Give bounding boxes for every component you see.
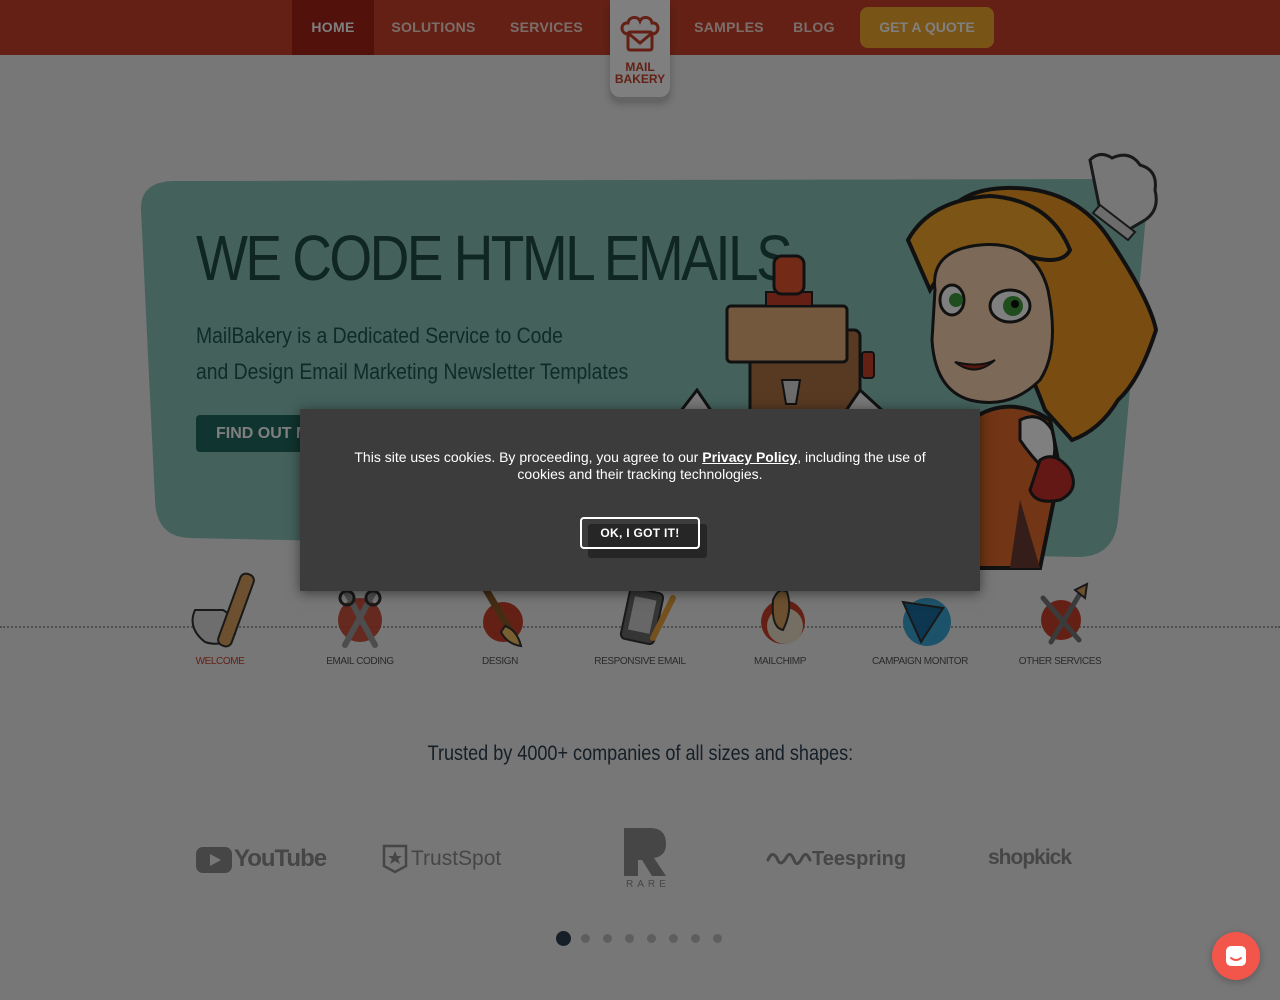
- chat-launcher-button[interactable]: [1212, 932, 1260, 980]
- cookie-consent-dialog: This site uses cookies. By proceeding, y…: [300, 409, 980, 591]
- privacy-policy-link[interactable]: Privacy Policy: [702, 449, 797, 465]
- chat-icon: [1226, 946, 1246, 966]
- cookie-message: This site uses cookies. By proceeding, y…: [340, 449, 940, 483]
- cookie-text-before: This site uses cookies. By proceeding, y…: [354, 449, 703, 465]
- accept-cookies-button[interactable]: OK, I GOT IT!: [580, 517, 700, 549]
